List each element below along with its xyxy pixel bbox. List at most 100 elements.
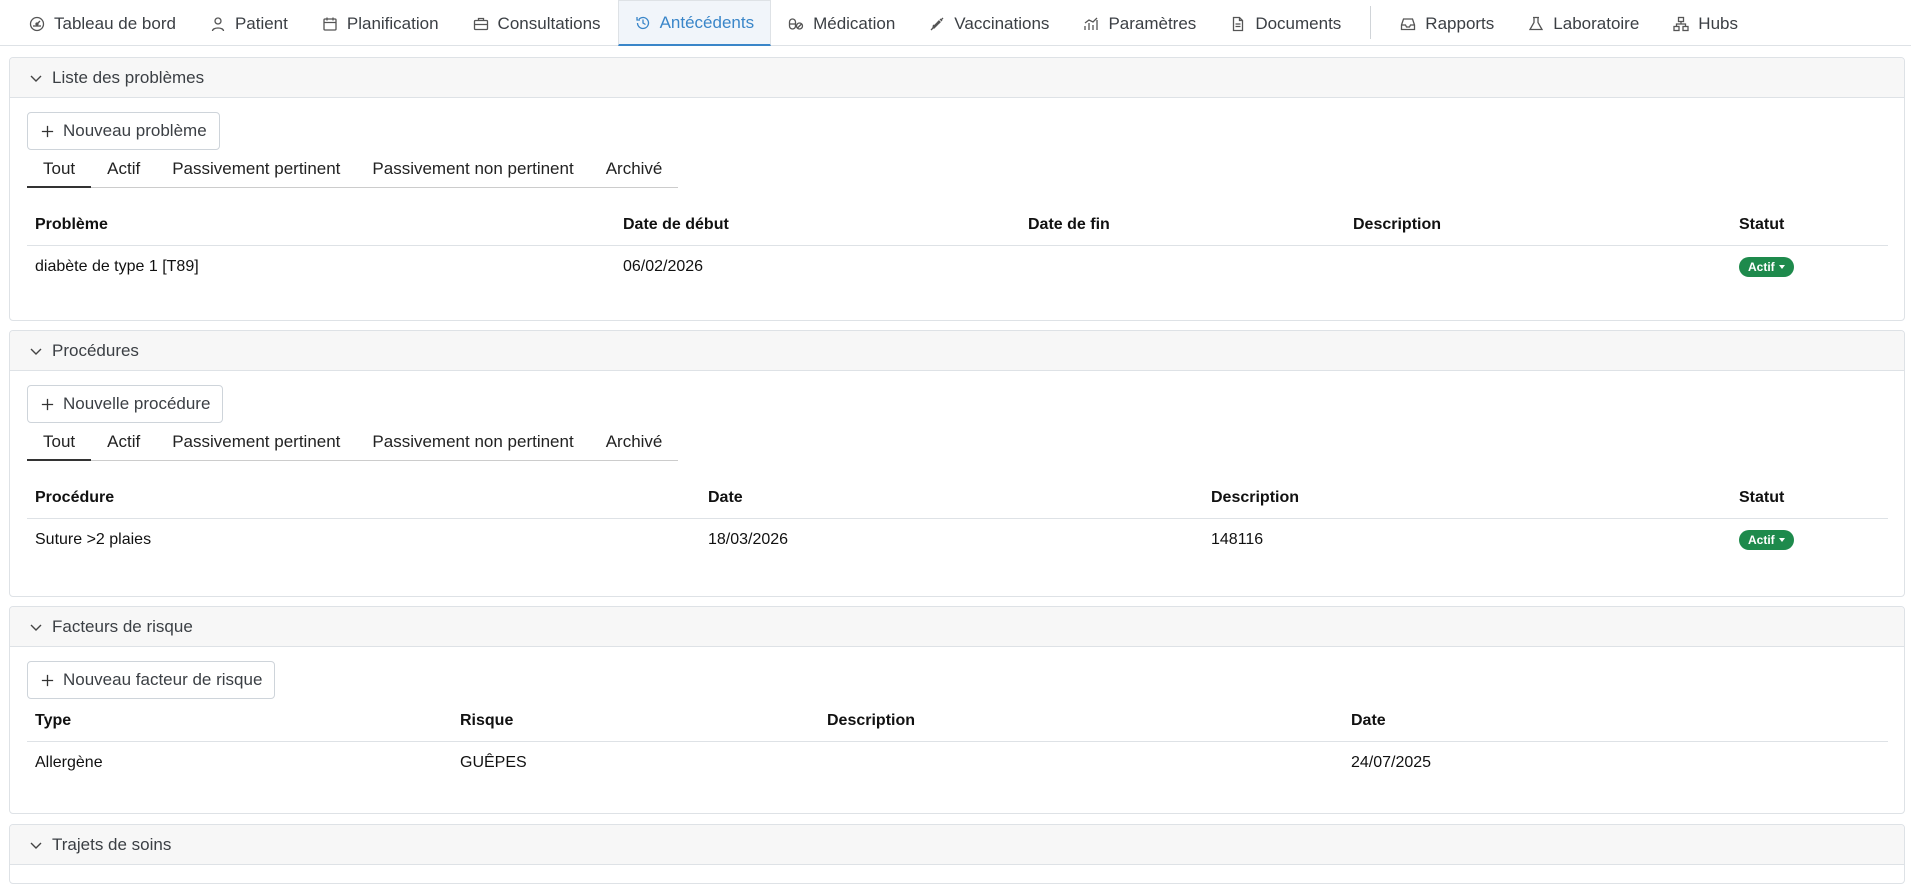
- network-icon: [1673, 16, 1689, 31]
- cell-start-date: 06/02/2026: [623, 258, 704, 276]
- cell-description: 148116: [1211, 531, 1264, 549]
- status-label: Actif: [1748, 260, 1775, 275]
- col-header-description[interactable]: Description: [1345, 205, 1731, 246]
- tab-label: Patient: [234, 13, 288, 33]
- filter-passive-relevant[interactable]: Passivement pertinent: [156, 151, 356, 187]
- panel-title: Trajets de soins: [52, 834, 172, 854]
- filter-all[interactable]: Tout: [27, 151, 92, 188]
- briefcase-icon: [473, 17, 488, 30]
- problems-panel-header[interactable]: Liste des problèmes: [10, 58, 1904, 98]
- tab-hubs[interactable]: Hubs: [1656, 0, 1755, 46]
- tab-history[interactable]: Antécédents: [617, 0, 772, 46]
- tab-label: Laboratoire: [1553, 13, 1640, 33]
- col-header-date[interactable]: Date: [700, 478, 1203, 519]
- care-pathways-panel: Trajets de soins: [9, 824, 1905, 884]
- tab-reports[interactable]: Rapports: [1383, 0, 1511, 46]
- table-header-row: Problème Date de début Date de fin Descr…: [27, 205, 1888, 246]
- filter-passive-relevant[interactable]: Passivement pertinent: [156, 424, 356, 460]
- risk-factors-panel-header[interactable]: Facteurs de risque: [10, 607, 1904, 647]
- filter-all[interactable]: Tout: [27, 424, 92, 461]
- cell-type: Allergène: [35, 754, 103, 772]
- tab-label: Paramètres: [1108, 13, 1197, 33]
- inbox-icon: [1401, 17, 1416, 30]
- cell-risk: GUÊPES: [460, 754, 527, 772]
- tab-label: Documents: [1255, 13, 1342, 33]
- col-header-problem[interactable]: Problème: [27, 205, 615, 246]
- status-badge[interactable]: Actif: [1739, 530, 1794, 551]
- filter-archived[interactable]: Archivé: [590, 151, 679, 187]
- cell-status: Actif: [1731, 518, 1888, 562]
- tab-laboratory[interactable]: Laboratoire: [1511, 0, 1656, 46]
- col-header-start-date[interactable]: Date de début: [615, 205, 1020, 246]
- cell-date: 24/07/2025: [1351, 754, 1432, 772]
- status-badge[interactable]: Actif: [1739, 257, 1794, 278]
- tab-dashboard[interactable]: Tableau de bord: [12, 0, 193, 46]
- filter-active[interactable]: Actif: [91, 151, 156, 187]
- col-header-description[interactable]: Description: [819, 701, 1343, 742]
- tab-label: Tableau de bord: [54, 13, 176, 33]
- tab-vaccinations[interactable]: Vaccinations: [912, 0, 1066, 46]
- caret-down-icon: [1778, 538, 1785, 543]
- table-row[interactable]: diabète de type 1 [T89] 06/02/2026 Actif: [27, 245, 1888, 289]
- table-row[interactable]: Suture >2 plaies 18/03/2026 148116 Actif: [27, 518, 1888, 562]
- table-header-row: Procédure Date Description Statut: [27, 478, 1888, 519]
- chevron-down-icon: [30, 348, 42, 355]
- user-icon: [211, 16, 225, 31]
- problems-panel: Liste des problèmes Nouveau problème Tou…: [9, 57, 1905, 321]
- button-label: Nouveau problème: [63, 121, 207, 140]
- caret-down-icon: [1778, 265, 1785, 270]
- status-label: Actif: [1748, 533, 1775, 548]
- col-header-status[interactable]: Statut: [1731, 478, 1888, 519]
- plus-icon: [41, 674, 54, 686]
- tab-label: Consultations: [497, 13, 601, 33]
- col-header-end-date[interactable]: Date de fin: [1020, 205, 1345, 246]
- col-header-type[interactable]: Type: [27, 701, 452, 742]
- tab-medication[interactable]: Médication: [771, 0, 912, 46]
- tab-label: Hubs: [1698, 13, 1738, 33]
- cell-status: Actif: [1731, 245, 1888, 289]
- cell-end-date: [1020, 245, 1345, 289]
- dashboard-icon: [29, 16, 45, 31]
- panel-title: Facteurs de risque: [52, 616, 193, 636]
- tab-patient[interactable]: Patient: [193, 0, 305, 46]
- risk-factors-panel: Facteurs de risque Nouveau facteur de ri…: [9, 606, 1905, 814]
- add-problem-button[interactable]: Nouveau problème: [27, 112, 220, 150]
- col-header-date[interactable]: Date: [1343, 701, 1888, 742]
- col-header-procedure[interactable]: Procédure: [27, 478, 700, 519]
- cell-problem: diabète de type 1 [T89]: [35, 258, 199, 276]
- tab-consultations[interactable]: Consultations: [456, 0, 618, 46]
- filter-passive-not-relevant[interactable]: Passivement non pertinent: [356, 151, 589, 187]
- filter-passive-not-relevant[interactable]: Passivement non pertinent: [356, 424, 589, 460]
- tab-label: Planification: [346, 13, 439, 33]
- button-label: Nouvelle procédure: [63, 394, 211, 413]
- button-label: Nouveau facteur de risque: [63, 670, 263, 689]
- cell-description: [819, 741, 1343, 785]
- flask-icon: [1529, 16, 1544, 30]
- problems-table: Problème Date de début Date de fin Descr…: [27, 205, 1888, 289]
- table-row[interactable]: Allergène GUÊPES 24/07/2025: [27, 741, 1888, 785]
- chevron-down-icon: [30, 624, 42, 631]
- tab-label: Médication: [813, 13, 896, 33]
- risk-factors-table: Type Risque Description Date Allergène G…: [27, 701, 1888, 785]
- care-pathways-panel-header[interactable]: Trajets de soins: [10, 825, 1904, 865]
- tab-parameters[interactable]: Paramètres: [1066, 0, 1213, 46]
- col-header-description[interactable]: Description: [1203, 478, 1731, 519]
- add-risk-factor-button[interactable]: Nouveau facteur de risque: [27, 661, 276, 699]
- col-header-status[interactable]: Statut: [1731, 205, 1888, 246]
- history-icon: [635, 16, 649, 29]
- problems-filter-tabs: Tout Actif Passivement pertinent Passive…: [27, 151, 679, 188]
- tab-planning[interactable]: Planification: [305, 0, 456, 46]
- procedures-panel-header[interactable]: Procédures: [10, 331, 1904, 371]
- calendar-icon: [323, 17, 337, 31]
- filter-active[interactable]: Actif: [91, 424, 156, 460]
- document-icon: [1233, 16, 1244, 31]
- cell-procedure: Suture >2 plaies: [35, 531, 152, 549]
- add-procedure-button[interactable]: Nouvelle procédure: [27, 385, 224, 423]
- tab-documents[interactable]: Documents: [1213, 0, 1358, 46]
- filter-archived[interactable]: Archivé: [590, 424, 679, 460]
- panel-title: Liste des problèmes: [52, 67, 205, 87]
- col-header-risk[interactable]: Risque: [452, 701, 819, 742]
- chevron-down-icon: [30, 75, 42, 82]
- chevron-down-icon: [30, 842, 42, 849]
- procedures-panel: Procédures Nouvelle procédure Tout Actif…: [9, 330, 1905, 597]
